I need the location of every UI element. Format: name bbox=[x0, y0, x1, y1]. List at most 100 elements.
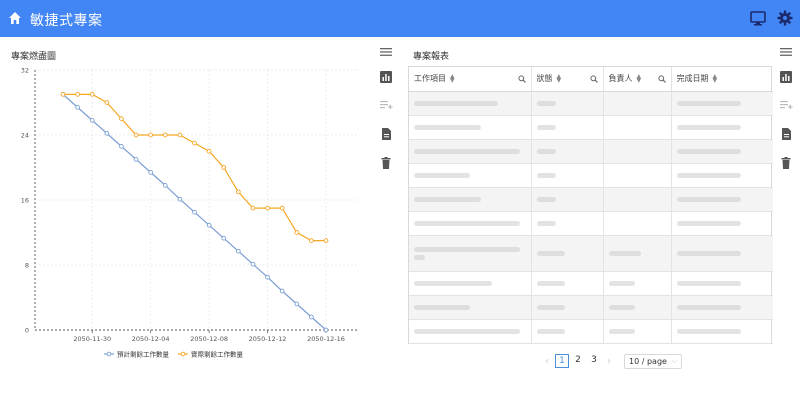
loading-placeholder bbox=[414, 328, 520, 334]
loading-placeholder bbox=[536, 172, 556, 178]
next-page-button[interactable]: › bbox=[602, 356, 616, 367]
y-tick-label: 0 bbox=[25, 327, 29, 335]
pagination: ‹ 1 2 3 › 10 / page ⌵ bbox=[540, 353, 682, 369]
prev-page-button[interactable]: ‹ bbox=[540, 356, 554, 367]
loading-placeholder bbox=[608, 280, 635, 286]
bar-chart-icon[interactable] bbox=[379, 70, 393, 84]
document-icon-right[interactable] bbox=[779, 127, 793, 141]
sort-icon[interactable]: ▲ ▼ bbox=[637, 73, 642, 83]
trash-icon[interactable] bbox=[379, 156, 393, 170]
column-label: 負責人 bbox=[608, 74, 633, 84]
playlist-add-icon-right[interactable] bbox=[779, 98, 793, 112]
table-cell bbox=[671, 187, 773, 212]
loading-placeholder bbox=[414, 196, 481, 202]
search-icon[interactable] bbox=[517, 75, 526, 83]
data-point bbox=[192, 209, 197, 215]
gear-icon[interactable] bbox=[777, 10, 793, 26]
table-row[interactable] bbox=[409, 91, 773, 116]
home-icon[interactable] bbox=[8, 11, 22, 25]
data-point bbox=[265, 274, 270, 280]
loading-placeholder bbox=[414, 254, 425, 260]
loading-placeholder bbox=[676, 172, 741, 178]
page-3-button[interactable]: 3 bbox=[587, 354, 601, 368]
monitor-icon[interactable] bbox=[750, 11, 766, 26]
column-header-1[interactable]: 狀態 ▲ ▼ bbox=[531, 67, 604, 92]
loading-placeholder bbox=[676, 196, 741, 202]
table-row[interactable] bbox=[409, 139, 773, 164]
table-row[interactable] bbox=[409, 163, 773, 188]
loading-placeholder bbox=[414, 220, 520, 226]
table-cell bbox=[603, 295, 672, 320]
loading-placeholder bbox=[414, 124, 481, 130]
trash-icon-right[interactable] bbox=[779, 156, 793, 170]
x-tick-label: 2050-12-04 bbox=[132, 335, 170, 343]
data-point bbox=[279, 288, 285, 294]
data-point bbox=[162, 183, 168, 188]
data-point bbox=[133, 132, 139, 138]
table-cell bbox=[671, 271, 773, 296]
sort-icon[interactable]: ▲ ▼ bbox=[713, 73, 718, 83]
loading-placeholder bbox=[414, 148, 520, 154]
table-cell bbox=[603, 235, 672, 272]
table-cell bbox=[603, 91, 672, 116]
legend-label: 實際剩餘工作數量 bbox=[191, 350, 244, 359]
data-point bbox=[323, 238, 329, 243]
table-row[interactable] bbox=[409, 295, 773, 320]
table-row[interactable] bbox=[409, 235, 773, 272]
data-point bbox=[265, 205, 270, 211]
table-row[interactable] bbox=[409, 187, 773, 212]
data-point bbox=[221, 235, 227, 241]
loading-placeholder bbox=[676, 124, 741, 130]
page-size-select[interactable]: 10 / page ⌵ bbox=[624, 353, 682, 369]
menu-icon[interactable] bbox=[379, 45, 393, 59]
table-cell bbox=[603, 211, 672, 236]
report-table: 工作項目 ▲ ▼ 狀態 ▲ ▼ 負責人 ▲ ▼ 完成日期 ▲ ▼ bbox=[408, 66, 773, 344]
search-icon[interactable] bbox=[657, 75, 666, 83]
report-title: 專案報表 bbox=[413, 52, 450, 62]
menu-icon-right[interactable] bbox=[779, 45, 793, 59]
table-cell bbox=[603, 187, 672, 212]
column-header-2[interactable]: 負責人 ▲ ▼ bbox=[603, 67, 672, 92]
app-title: 敏捷式專案 bbox=[30, 13, 103, 29]
loading-placeholder bbox=[536, 280, 565, 286]
sort-icon[interactable]: ▲ ▼ bbox=[557, 73, 562, 83]
column-label: 完成日期 bbox=[676, 74, 709, 84]
data-point bbox=[309, 314, 314, 320]
table-cell bbox=[671, 235, 773, 272]
loading-placeholder bbox=[676, 328, 741, 334]
data-point bbox=[323, 327, 329, 333]
data-point bbox=[250, 261, 256, 267]
table-cell bbox=[409, 295, 532, 320]
loading-placeholder bbox=[536, 304, 565, 310]
table-cell bbox=[671, 163, 773, 188]
loading-placeholder bbox=[676, 250, 741, 256]
bar-chart-icon-right[interactable] bbox=[779, 70, 793, 84]
data-point bbox=[235, 248, 241, 254]
document-icon[interactable] bbox=[379, 127, 393, 141]
x-tick-label: 2050-11-30 bbox=[73, 335, 111, 343]
data-point bbox=[104, 100, 110, 105]
table-cell bbox=[603, 115, 672, 140]
table-cell bbox=[671, 319, 773, 344]
table-cell bbox=[671, 91, 773, 116]
table-cell bbox=[531, 295, 604, 320]
y-tick-label: 16 bbox=[21, 197, 29, 205]
legend-marker bbox=[180, 351, 186, 357]
table-cell bbox=[603, 319, 672, 344]
table-row[interactable] bbox=[409, 115, 773, 140]
table-cell bbox=[531, 235, 604, 272]
column-label: 狀態 bbox=[536, 74, 553, 84]
table-row[interactable] bbox=[409, 319, 773, 344]
column-header-0[interactable]: 工作項目 ▲ ▼ bbox=[409, 67, 532, 92]
playlist-add-icon[interactable] bbox=[379, 98, 393, 112]
table-row[interactable] bbox=[409, 271, 773, 296]
table-row[interactable] bbox=[409, 211, 773, 236]
page-2-button[interactable]: 2 bbox=[571, 354, 585, 368]
page-1-button[interactable]: 1 bbox=[555, 354, 569, 368]
table-cell bbox=[531, 115, 604, 140]
sort-icon[interactable]: ▲ ▼ bbox=[450, 73, 455, 83]
column-label: 工作項目 bbox=[414, 74, 446, 84]
column-header-3[interactable]: 完成日期 ▲ ▼ bbox=[671, 67, 773, 92]
search-icon[interactable] bbox=[589, 75, 598, 83]
data-point bbox=[119, 144, 124, 149]
